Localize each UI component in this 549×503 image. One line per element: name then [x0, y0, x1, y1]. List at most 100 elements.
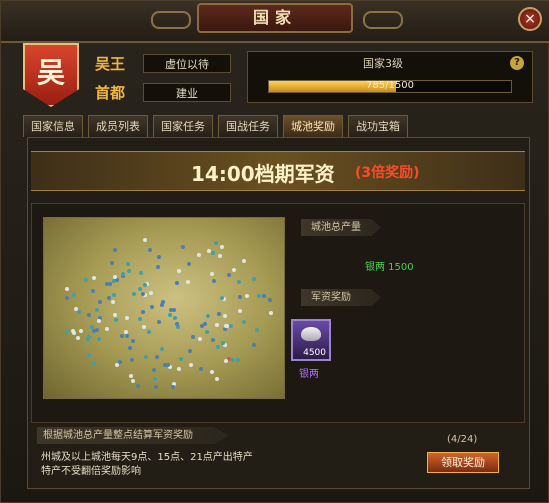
city-marker-icon [204, 329, 209, 334]
schedule-title: 14:00档期军资 [191, 162, 335, 186]
city-marker-icon [262, 294, 267, 299]
city-marker-icon [161, 299, 166, 304]
city-marker-icon [229, 323, 234, 328]
city-marker-icon [142, 283, 147, 288]
city-marker-icon [85, 337, 90, 342]
city-marker-icon [127, 269, 132, 274]
city-marker-icon [75, 335, 80, 340]
settlement-note: 根据城池总产量整点结算军资奖励 [37, 427, 229, 444]
city-marker-icon [174, 281, 179, 286]
city-marker-icon [112, 247, 117, 252]
city-marker-icon [244, 294, 249, 299]
city-marker-icon [86, 353, 91, 358]
city-marker-icon [219, 295, 224, 300]
tab-city-rewards[interactable]: 城池奖励 [283, 115, 343, 137]
city-marker-icon [181, 245, 186, 250]
city-marker-icon [64, 287, 69, 292]
city-marker-icon [146, 330, 151, 335]
city-marker-icon [153, 376, 158, 381]
city-marker-icon [71, 292, 76, 297]
tab-country-info[interactable]: 国家信息 [23, 115, 83, 137]
city-marker-icon [220, 244, 225, 249]
city-marker-icon [86, 312, 91, 317]
right-ornament [363, 11, 403, 29]
city-marker-icon [120, 333, 125, 338]
city-marker-icon [242, 319, 247, 324]
tab-member-list[interactable]: 成员列表 [88, 115, 148, 137]
city-marker-icon [238, 309, 243, 314]
city-marker-icon [123, 329, 128, 334]
city-marker-icon [149, 304, 154, 309]
city-marker-icon [113, 317, 118, 322]
city-marker-icon [124, 334, 129, 339]
left-ornament [151, 11, 191, 29]
city-marker-icon [254, 327, 259, 332]
city-marker-icon [84, 278, 88, 283]
city-marker-icon [65, 328, 70, 333]
city-marker-icon [203, 322, 208, 327]
claim-count: (4/24) [447, 434, 478, 445]
city-marker-icon [176, 367, 181, 372]
city-marker-icon [130, 378, 135, 383]
help-icon[interactable]: ? [510, 56, 524, 70]
city-marker-icon [115, 363, 120, 368]
description-line-1: 州城及以上城池每天9点、15点、21点产出特产 [41, 452, 253, 463]
city-marker-icon [92, 329, 97, 334]
city-marker-icon [137, 286, 142, 291]
reward-item-slot[interactable]: 4500 [291, 319, 331, 361]
city-marker-icon [216, 312, 221, 317]
city-marker-icon [128, 374, 133, 379]
tab-war-tasks[interactable]: 国战任务 [218, 115, 278, 137]
city-marker-icon [214, 240, 219, 245]
city-marker-icon [197, 252, 202, 257]
city-marker-icon [129, 358, 134, 363]
rank-progress-bar: 785/1500 [268, 80, 512, 93]
city-marker-icon [97, 300, 102, 305]
description-line-2: 特产不受翻倍奖励影响 [41, 466, 141, 477]
emblem-char: 吴 [36, 56, 65, 89]
city-marker-icon [105, 326, 110, 331]
city-marker-icon [144, 354, 149, 359]
city-marker-icon [242, 259, 247, 264]
city-map[interactable] [43, 217, 285, 399]
window-title: 国家 [197, 3, 353, 33]
city-marker-icon [252, 343, 257, 348]
city-marker-icon [64, 295, 69, 300]
city-marker-icon [179, 356, 184, 361]
city-marker-icon [127, 346, 132, 351]
rank-progress-text: 785/1500 [366, 80, 414, 91]
bonus-multiplier: (3倍奖励) [355, 165, 420, 181]
tab-country-tasks[interactable]: 国家任务 [153, 115, 213, 137]
capital-value: 建业 [143, 83, 231, 102]
city-marker-icon [224, 323, 229, 328]
city-marker-icon [149, 290, 154, 295]
city-marker-icon [172, 308, 177, 313]
claim-reward-button[interactable]: 领取奖励 [427, 452, 499, 473]
city-marker-icon [132, 292, 137, 297]
country-rank-box: 国家3级 ? 785/1500 [247, 51, 533, 103]
city-marker-icon [76, 309, 81, 314]
city-marker-icon [235, 357, 240, 362]
city-marker-icon [215, 344, 220, 349]
city-marker-icon [142, 238, 147, 243]
city-marker-icon [214, 376, 219, 381]
city-marker-icon [151, 367, 156, 372]
city-marker-icon [177, 268, 182, 273]
city-marker-icon [199, 366, 204, 371]
city-marker-icon [138, 316, 143, 321]
close-button[interactable]: × [518, 7, 542, 31]
country-level: 国家3级 [363, 57, 403, 70]
city-marker-icon [252, 276, 257, 281]
city-marker-icon [167, 312, 172, 317]
city-marker-icon [111, 299, 115, 304]
city-marker-icon [237, 279, 242, 284]
city-marker-icon [210, 369, 215, 374]
city-marker-icon [136, 383, 141, 388]
city-marker-icon [96, 318, 101, 323]
city-marker-icon [210, 338, 215, 343]
city-marker-icon [96, 337, 101, 342]
city-marker-icon [124, 316, 129, 321]
city-marker-icon [268, 297, 273, 302]
city-marker-icon [160, 346, 165, 351]
tab-merit-chest[interactable]: 战功宝箱 [348, 115, 408, 137]
